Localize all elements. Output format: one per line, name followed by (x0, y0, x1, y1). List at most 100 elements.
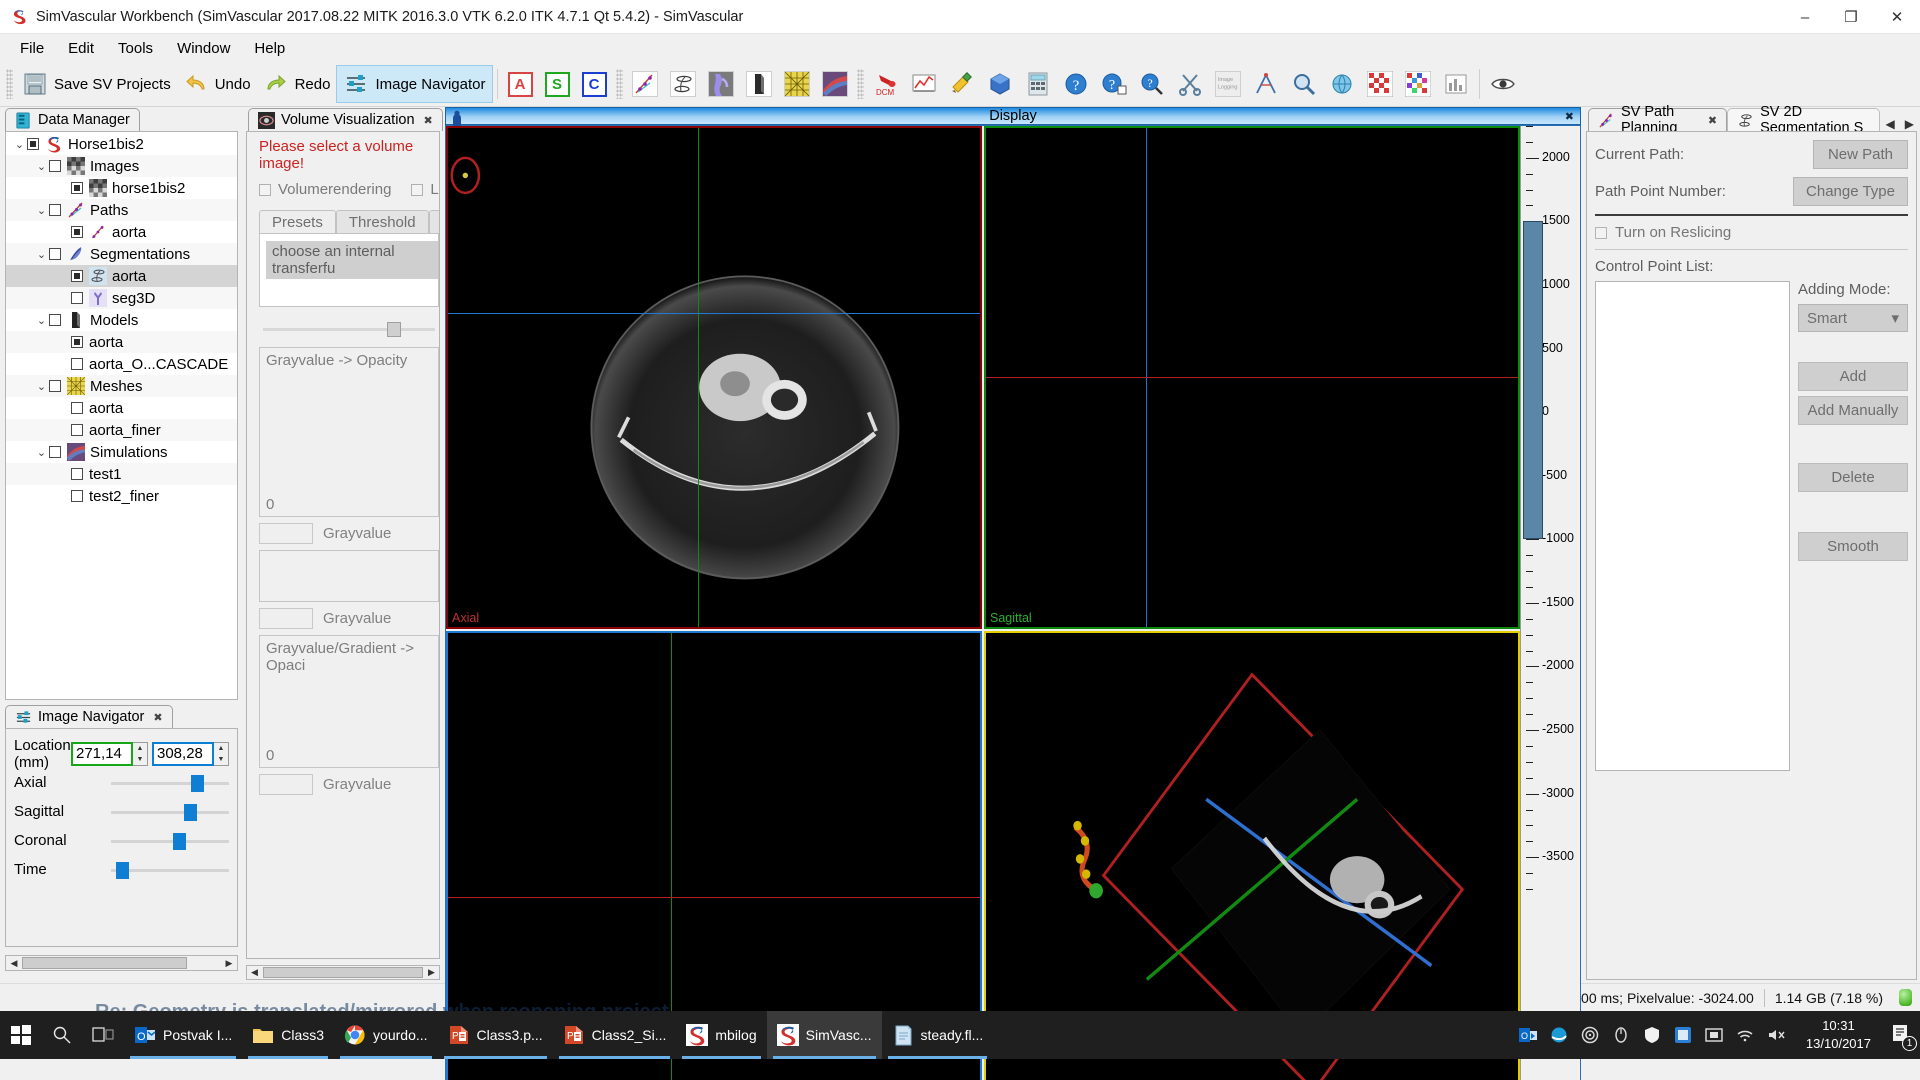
tree-item-aorta[interactable]: aorta (6, 331, 237, 353)
scroll-left-icon[interactable]: ◀ (6, 958, 22, 969)
slider-sagittal[interactable] (111, 802, 229, 822)
scroll-right-icon[interactable]: ▶ (424, 967, 439, 978)
tree-item-seg3d[interactable]: seg3D (6, 287, 237, 309)
taskbar-item-mbilog[interactable]: mbilog (676, 1011, 766, 1059)
tab-data-manager[interactable]: Data Manager (5, 108, 140, 131)
save-sv-projects-button[interactable]: Save SV Projects (16, 65, 177, 103)
grayvalue-field-2[interactable]: Grayvalue (259, 608, 439, 629)
tree-item-aorta-finer[interactable]: aorta_finer (6, 419, 237, 441)
tree-item-simulations[interactable]: ⌄Simulations (6, 441, 237, 463)
dicom-button[interactable]: DCM (867, 65, 905, 103)
task-view-button[interactable] (82, 1011, 124, 1059)
taskbar-item-steady-fl-[interactable]: steady.fl... (882, 1011, 994, 1059)
visibility-checkbox[interactable] (71, 292, 83, 304)
display-icon[interactable] (1705, 1026, 1723, 1044)
menu-item-window[interactable]: Window (165, 37, 242, 60)
visibility-checkbox[interactable] (71, 182, 83, 194)
slider-coronal[interactable] (111, 831, 229, 851)
toolbar-grip[interactable] (6, 69, 13, 99)
grayvalue-input-1[interactable] (259, 523, 313, 544)
visibility-checkbox[interactable] (71, 424, 83, 436)
maximize-button[interactable]: ❐ (1828, 0, 1874, 34)
grayvalue-field-3[interactable]: Grayvalue (259, 774, 439, 795)
turn-on-reslicing-checkbox[interactable]: Turn on Reslicing (1595, 224, 1908, 241)
slider-handle[interactable] (116, 862, 129, 879)
image-navigator-scrollbar[interactable]: ◀ ▶ (5, 955, 238, 971)
globe-button[interactable] (1323, 65, 1361, 103)
location-y-input[interactable] (152, 742, 214, 766)
logging-button[interactable]: Image Logging (1209, 65, 1247, 103)
sv-model-tool-button[interactable] (702, 65, 740, 103)
visibility-checkbox[interactable] (49, 204, 61, 216)
tree-item-aorta[interactable]: aorta (6, 221, 237, 243)
eye-button[interactable] (1484, 65, 1522, 103)
magnifier-button[interactable] (1285, 65, 1323, 103)
image-navigator-button[interactable]: Image Navigator (336, 65, 492, 103)
bar-button[interactable] (1437, 65, 1475, 103)
visibility-checkbox[interactable] (49, 248, 61, 260)
tree-item-horse1bis2[interactable]: ⌄Horse1bis2 (6, 133, 237, 155)
tab-image-navigator[interactable]: Image Navigator ✖ (5, 705, 173, 728)
start-button[interactable] (0, 1011, 42, 1059)
tree-item-models[interactable]: ⌄Models (6, 309, 237, 331)
help-context-button[interactable]: ? (1095, 65, 1133, 103)
window-controls[interactable]: – ❐ ✕ (1782, 0, 1920, 34)
sv-path-tool-button[interactable] (626, 65, 664, 103)
sv-mesh-tool-button[interactable] (778, 65, 816, 103)
menu-item-edit[interactable]: Edit (56, 37, 106, 60)
notification-center-button[interactable]: 1 (1890, 1022, 1912, 1048)
taskbar-item-class3[interactable]: Class3 (242, 1011, 334, 1059)
visibility-checkbox[interactable] (71, 226, 83, 238)
paint-button[interactable] (943, 65, 981, 103)
scissors-button[interactable] (1171, 65, 1209, 103)
adding-mode-select[interactable]: Smart ▾ (1798, 304, 1908, 332)
checker-multi-button[interactable] (1399, 65, 1437, 103)
grayvalue-opacity-box[interactable]: Grayvalue -> Opacity 0 (259, 347, 439, 517)
tree-item-aorta-o-cascade[interactable]: aorta_O...CASCADE (6, 353, 237, 375)
expand-arrow-icon[interactable]: ⌄ (34, 160, 49, 173)
minimize-button[interactable]: – (1782, 0, 1828, 34)
intel-icon[interactable] (1674, 1026, 1692, 1044)
add-manually-button[interactable]: Add Manually (1798, 396, 1908, 425)
visibility-checkbox[interactable] (71, 336, 83, 348)
menu-item-help[interactable]: Help (242, 37, 297, 60)
sv-model-dark-tool-button[interactable] (740, 65, 778, 103)
lod-checkbox[interactable]: LOD (411, 181, 440, 198)
delete-button[interactable]: Delete (1798, 463, 1908, 492)
expand-arrow-icon[interactable]: ⌄ (34, 248, 49, 261)
tab-scroll-arrows[interactable]: ◀ ▶ (1880, 117, 1920, 131)
change-type-button[interactable]: Change Type (1793, 177, 1908, 206)
taskbar-item-class2-si-[interactable]: PClass2_Si... (553, 1011, 677, 1059)
viewport-sagittal[interactable]: Sagittal (984, 126, 1520, 629)
grayvalue-field-1[interactable]: Grayvalue (259, 523, 439, 544)
toolbar-letter-c[interactable]: C (576, 65, 613, 103)
scroll-left-icon[interactable]: ◀ (247, 967, 262, 978)
checker-red-button[interactable] (1361, 65, 1399, 103)
sv-simulation-tool-button[interactable] (816, 65, 854, 103)
preset-combo[interactable]: choose an internal transferfu (266, 241, 438, 279)
taskbar-item-postvak-i-[interactable]: OPostvak I... (124, 1011, 242, 1059)
tab-b[interactable]: B (429, 210, 440, 233)
location-y-arrows[interactable]: ▲ ▼ (214, 742, 229, 766)
slider-axial[interactable] (111, 773, 229, 793)
grayvalue-input-2[interactable] (259, 608, 313, 629)
toolbar-grip-3[interactable] (857, 69, 864, 99)
redo-button[interactable]: Redo (257, 65, 337, 103)
scroll-right-icon[interactable]: ▶ (221, 958, 237, 969)
visibility-checkbox[interactable] (49, 314, 61, 326)
visibility-checkbox[interactable] (71, 402, 83, 414)
tab-next-icon[interactable]: ▶ (1905, 117, 1914, 131)
tab-threshold[interactable]: Threshold (336, 210, 429, 233)
sv-segmentation-tool-button[interactable] (664, 65, 702, 103)
tree-item-images[interactable]: ⌄Images (6, 155, 237, 177)
control-point-list[interactable] (1595, 281, 1790, 771)
expand-arrow-icon[interactable]: ⌄ (34, 204, 49, 217)
tree-item-meshes[interactable]: ⌄Meshes (6, 375, 237, 397)
tree-item-aorta[interactable]: aorta (6, 265, 237, 287)
tree-item-aorta[interactable]: aorta (6, 397, 237, 419)
target-icon[interactable] (1581, 1026, 1599, 1044)
tree-item-paths[interactable]: ⌄Paths (6, 199, 237, 221)
taskbar-item-simvasc-[interactable]: SimVasc... (767, 1011, 882, 1059)
tree-item-segmentations[interactable]: ⌄Segmentations (6, 243, 237, 265)
outlook-tray-icon[interactable]: O (1519, 1026, 1537, 1044)
